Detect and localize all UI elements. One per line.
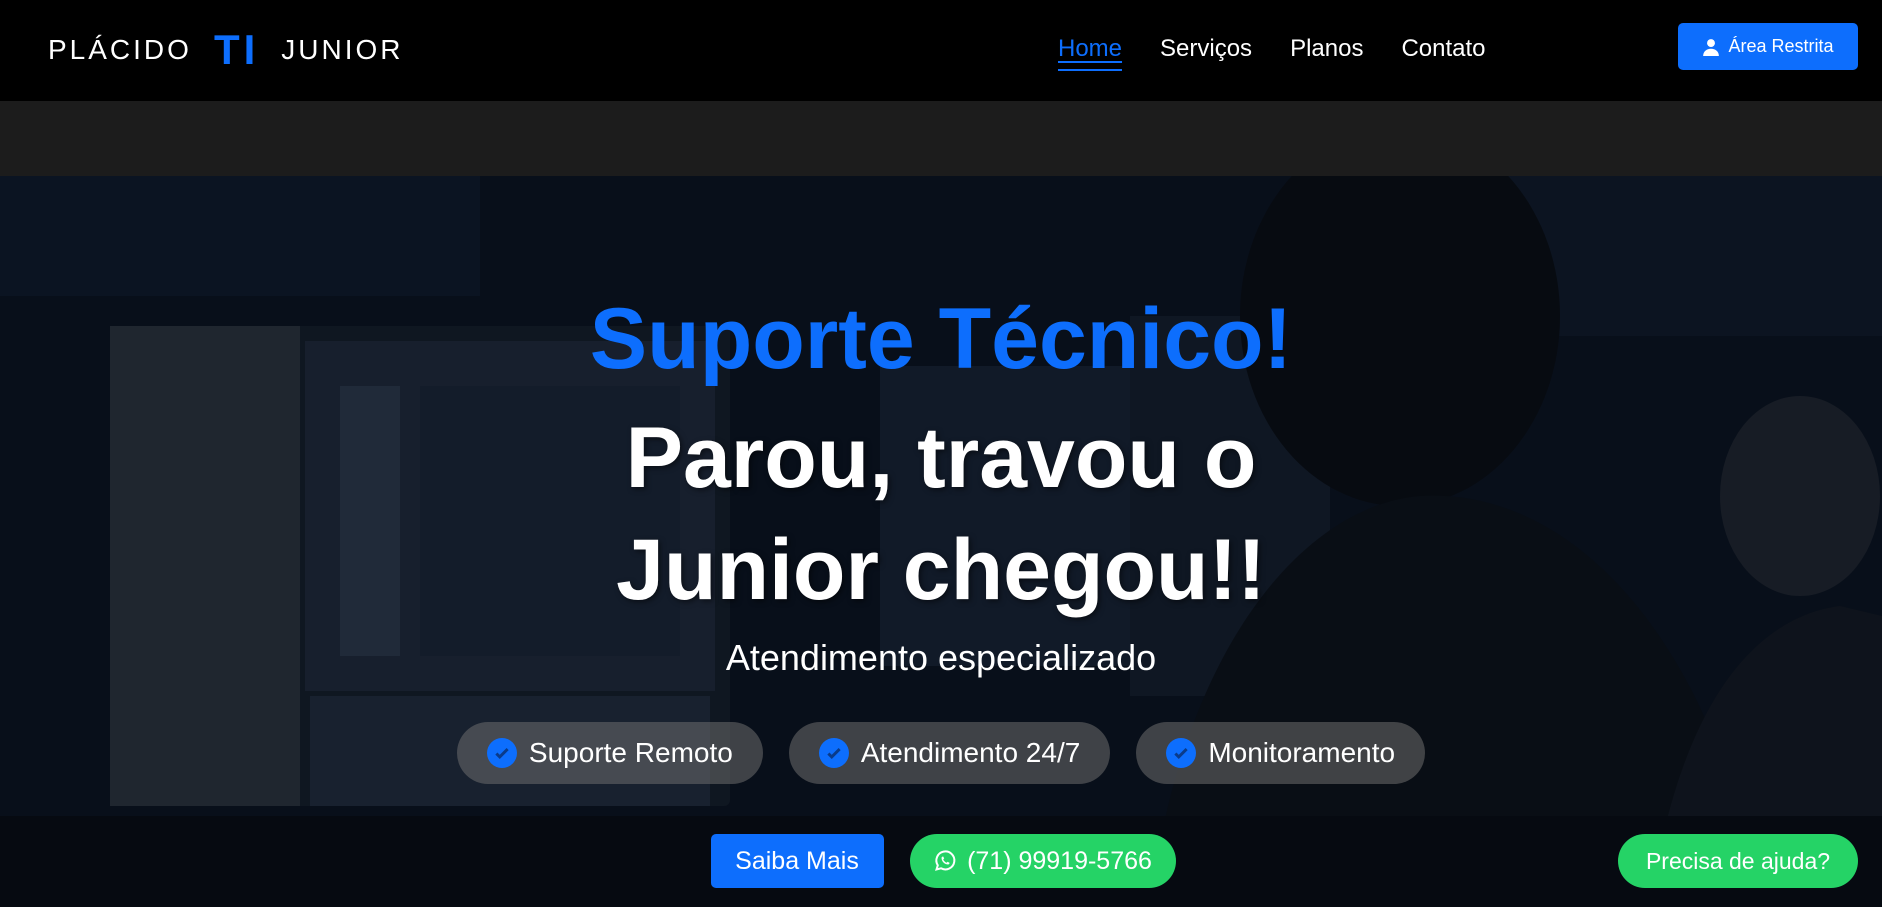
nav-link-planos[interactable]: Planos xyxy=(1290,33,1363,71)
hero-heading: Parou, travou o Junior chegou!! xyxy=(0,402,1882,626)
nav-link-servicos[interactable]: Serviços xyxy=(1160,33,1252,71)
feature-list: Suporte Remoto Atendimento 24/7 Monitora… xyxy=(0,722,1882,784)
logo-text-placido: PLÁCIDO xyxy=(48,34,192,65)
area-restrita-label: Área Restrita xyxy=(1728,36,1834,56)
whatsapp-icon xyxy=(935,850,956,871)
hero-content: Suporte Técnico! Parou, travou o Junior … xyxy=(0,176,1882,907)
check-circle-icon xyxy=(486,738,517,768)
feature-atendimento-24-7: Atendimento 24/7 xyxy=(788,722,1111,784)
feature-label: Atendimento 24/7 xyxy=(860,737,1081,768)
whatsapp-button[interactable]: (71) 99919-5766 xyxy=(909,834,1176,888)
navbar: PLÁCIDO TI JUNIOR Home Serviços Planos C… xyxy=(0,0,1882,101)
nav-link-contato[interactable]: Contato xyxy=(1401,33,1485,71)
logo-text-junior: JUNIOR xyxy=(281,34,404,65)
hero-subtitle: Atendimento especializado xyxy=(725,637,1157,678)
cta-row: Saiba Mais (71) 99919-5766 xyxy=(0,834,1882,888)
header-spacer-band xyxy=(0,101,1882,176)
feature-label: Suporte Remoto xyxy=(528,737,733,768)
hero-heading-line2: Junior chegou!! xyxy=(616,522,1266,618)
main-nav: Home Serviços Planos Contato xyxy=(1058,33,1486,71)
check-circle-icon xyxy=(1166,738,1197,768)
feature-suporte-remoto: Suporte Remoto xyxy=(456,722,763,784)
help-chat-button[interactable]: Precisa de ajuda? xyxy=(1618,834,1858,888)
feature-label: Monitoramento xyxy=(1208,737,1396,768)
hero-title: Suporte Técnico! xyxy=(589,291,1293,387)
brand-logo[interactable]: PLÁCIDO TI JUNIOR xyxy=(48,26,404,73)
nav-link-home[interactable]: Home xyxy=(1058,33,1123,71)
saiba-mais-button[interactable]: Saiba Mais xyxy=(710,834,884,888)
feature-monitoramento: Monitoramento xyxy=(1136,722,1426,784)
whatsapp-number: (71) 99919-5766 xyxy=(967,846,1152,875)
logo-text-ti: TI xyxy=(213,26,260,73)
user-icon xyxy=(1703,38,1720,56)
check-circle-icon xyxy=(818,738,849,768)
hero-section: Suporte Técnico! Parou, travou o Junior … xyxy=(0,176,1882,907)
area-restrita-button[interactable]: Área Restrita xyxy=(1678,23,1858,70)
hero-heading-line1: Parou, travou o xyxy=(625,410,1257,506)
